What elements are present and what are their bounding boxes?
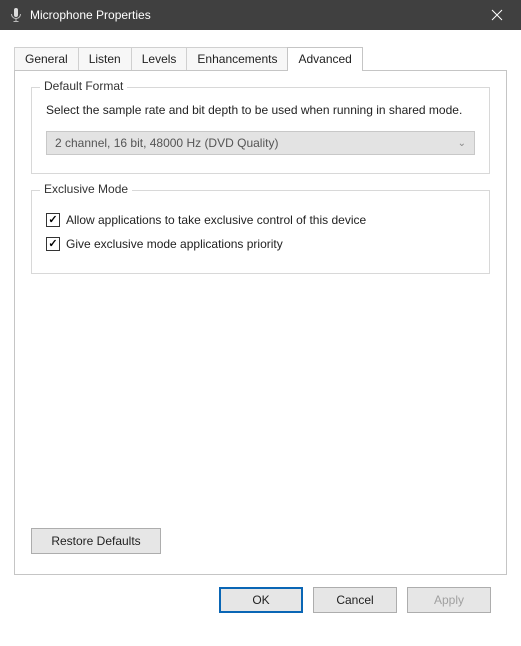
ok-button[interactable]: OK [219, 587, 303, 613]
default-format-legend: Default Format [40, 79, 127, 93]
close-button[interactable] [477, 0, 517, 30]
exclusive-control-checkbox[interactable] [46, 213, 60, 227]
dialog-content: General Listen Levels Enhancements Advan… [0, 30, 521, 639]
microphone-icon [8, 7, 24, 23]
tab-general[interactable]: General [14, 47, 79, 70]
chevron-down-icon: ⌄ [458, 138, 466, 149]
title-bar: Microphone Properties [0, 0, 521, 30]
exclusive-control-label: Allow applications to take exclusive con… [66, 213, 366, 227]
exclusive-mode-group: Exclusive Mode Allow applications to tak… [31, 190, 490, 274]
tab-panel-advanced: Default Format Select the sample rate an… [14, 70, 507, 575]
exclusive-priority-checkbox[interactable] [46, 237, 60, 251]
exclusive-priority-checkbox-row[interactable]: Give exclusive mode applications priorit… [46, 237, 475, 251]
exclusive-priority-label: Give exclusive mode applications priorit… [66, 237, 283, 251]
tab-enhancements[interactable]: Enhancements [186, 47, 288, 70]
tab-listen[interactable]: Listen [78, 47, 132, 70]
restore-defaults-button[interactable]: Restore Defaults [31, 528, 161, 554]
restore-defaults-area: Restore Defaults [31, 528, 161, 554]
tab-levels[interactable]: Levels [131, 47, 188, 70]
exclusive-control-checkbox-row[interactable]: Allow applications to take exclusive con… [46, 213, 475, 227]
tab-strip: General Listen Levels Enhancements Advan… [14, 46, 507, 70]
default-format-group: Default Format Select the sample rate an… [31, 87, 490, 174]
sample-rate-selected: 2 channel, 16 bit, 48000 Hz (DVD Quality… [55, 136, 278, 150]
window-title: Microphone Properties [30, 8, 477, 22]
tab-advanced[interactable]: Advanced [287, 47, 362, 71]
exclusive-mode-legend: Exclusive Mode [40, 182, 132, 196]
default-format-description: Select the sample rate and bit depth to … [46, 102, 475, 119]
apply-button[interactable]: Apply [407, 587, 491, 613]
sample-rate-dropdown[interactable]: 2 channel, 16 bit, 48000 Hz (DVD Quality… [46, 131, 475, 155]
cancel-button[interactable]: Cancel [313, 587, 397, 613]
dialog-button-row: OK Cancel Apply [14, 575, 507, 629]
